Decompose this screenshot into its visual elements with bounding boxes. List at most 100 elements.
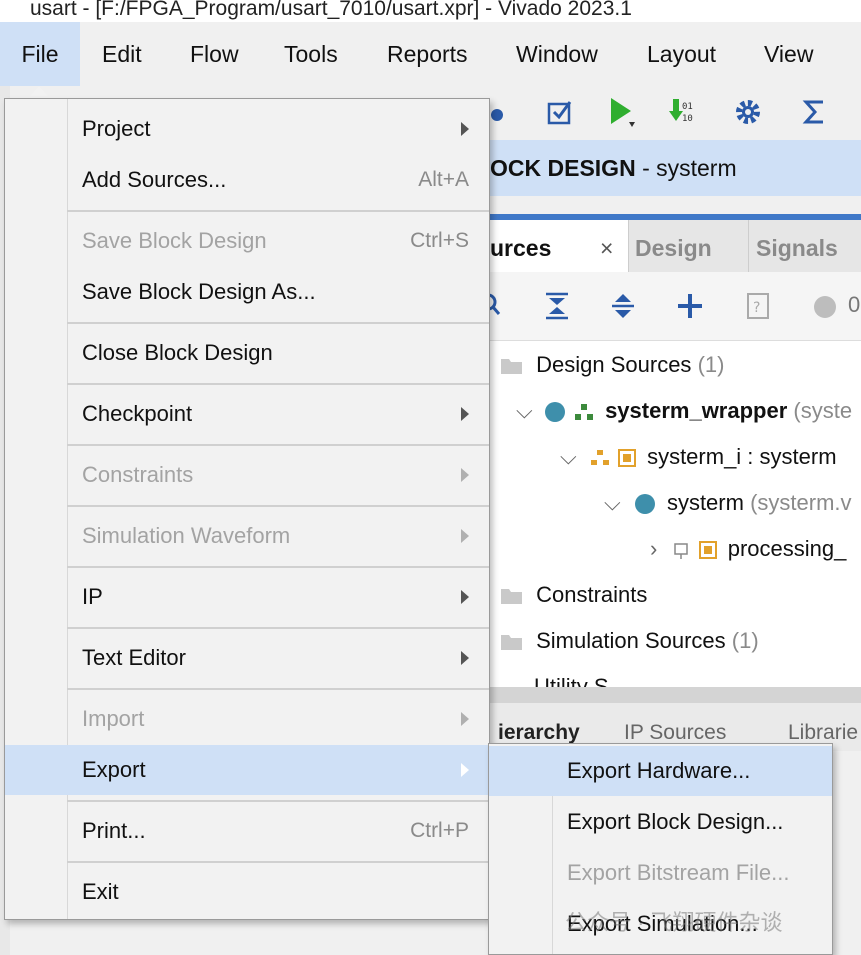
tab-sources-label: urces — [490, 235, 552, 261]
menu-item-export[interactable]: Export — [5, 745, 489, 795]
menu-edit[interactable]: Edit — [102, 22, 142, 86]
menu-item-shortcut: Ctrl+S — [410, 229, 469, 252]
menu-item-import: Import — [5, 694, 489, 744]
menu-item-export-bitstream: Export Bitstream File... — [489, 848, 832, 898]
menu-tools[interactable]: Tools — [284, 22, 338, 86]
menu-separator — [67, 210, 489, 212]
menu-item-label: Simulation Waveform — [82, 523, 291, 548]
folder-icon — [501, 635, 522, 651]
menu-item-label: IP — [82, 584, 103, 609]
collapse-all-icon[interactable] — [544, 292, 570, 325]
menu-item-export-block-design[interactable]: Export Block Design... — [489, 797, 832, 847]
sources-tree: Design Sources (1) ⌵ systerm_wrapper (sy… — [490, 341, 861, 687]
submenu-arrow-icon — [461, 651, 469, 665]
block-design-header: OCK DESIGN - systerm — [490, 140, 861, 196]
menu-item-simulation-waveform: Simulation Waveform — [5, 511, 489, 561]
status-dot-icon — [812, 294, 838, 325]
header-title-bold: OCK DESIGN — [490, 155, 636, 181]
tree-label: systerm_i : systerm — [647, 444, 837, 469]
tree-label: Simulation Sources — [536, 628, 726, 653]
menu-view[interactable]: View — [764, 22, 813, 86]
tree-simulation-sources[interactable]: Simulation Sources (1) — [500, 621, 759, 661]
menu-layout[interactable]: Layout — [647, 22, 716, 86]
sigma-icon[interactable] — [799, 96, 831, 128]
menu-separator — [67, 444, 489, 446]
menu-item-ip[interactable]: IP — [5, 572, 489, 622]
submenu-arrow-icon — [461, 590, 469, 604]
submenu-arrow-icon — [461, 122, 469, 136]
menu-reports[interactable]: Reports — [387, 22, 468, 86]
chevron-down-icon[interactable]: ⌵ — [560, 444, 577, 469]
tree-systerm-wrapper[interactable]: ⌵ systerm_wrapper (syste — [516, 391, 852, 431]
menu-separator — [67, 383, 489, 385]
menu-item-add-sources[interactable]: Add Sources... Alt+A — [5, 155, 489, 205]
menu-item-label: Save Block Design As... — [82, 279, 316, 304]
menu-item-shortcut: Ctrl+P — [410, 819, 469, 842]
menu-item-constraints: Constraints — [5, 450, 489, 500]
svg-text:?: ? — [753, 300, 760, 316]
tree-design-sources[interactable]: Design Sources (1) — [500, 345, 724, 385]
submenu-arrow-icon — [461, 529, 469, 543]
menu-separator — [67, 861, 489, 863]
menu-separator — [67, 800, 489, 802]
menu-item-label: Text Editor — [82, 645, 186, 670]
folder-icon — [501, 589, 522, 605]
tree-label: Design Sources — [536, 352, 692, 377]
tree-processing[interactable]: › processing_ — [650, 529, 846, 569]
menu-separator — [67, 566, 489, 568]
menu-pointer — [30, 86, 48, 96]
chevron-right-icon[interactable]: › — [650, 536, 657, 561]
menu-item-shortcut: Alt+A — [418, 168, 469, 191]
settings-gear-icon[interactable] — [732, 96, 764, 128]
run-icon[interactable] — [606, 96, 638, 128]
menu-file[interactable]: File — [0, 22, 80, 86]
horizontal-scrollbar[interactable] — [490, 687, 861, 703]
tree-label: Constraints — [536, 582, 648, 607]
tree-label: processing_ — [727, 536, 847, 561]
validate-design-icon[interactable] — [544, 96, 576, 128]
submenu-arrow-icon — [461, 712, 469, 726]
menu-flow[interactable]: Flow — [190, 22, 239, 86]
menu-separator — [67, 627, 489, 629]
tab-ip-sources[interactable]: IP Sources — [624, 721, 726, 745]
tab-sources[interactable]: urces × — [490, 220, 628, 272]
tree-systerm-instance[interactable]: ⌵ systerm_i : systerm — [560, 437, 837, 477]
properties-icon[interactable]: ? — [746, 292, 770, 325]
menu-window[interactable]: Window — [516, 22, 598, 86]
tree-utility-sources[interactable]: Utility S — [534, 667, 609, 687]
tree-constraints[interactable]: Constraints — [500, 575, 647, 615]
menu-item-label: Export — [82, 757, 146, 782]
ip-block-icon — [617, 449, 636, 468]
module-dot-icon — [544, 402, 565, 423]
menu-item-text-editor[interactable]: Text Editor — [5, 633, 489, 683]
submenu-arrow-icon — [461, 407, 469, 421]
file-menu: Project Add Sources... Alt+A Save Block … — [4, 98, 490, 920]
menu-separator — [67, 688, 489, 690]
tree-extra: (syste — [793, 398, 853, 423]
chevron-down-icon[interactable]: ⌵ — [604, 490, 621, 515]
program-device-icon[interactable]: 01 10 — [666, 96, 698, 128]
tab-signals[interactable]: Signals — [748, 220, 861, 272]
menu-item-checkpoint[interactable]: Checkpoint — [5, 389, 489, 439]
chevron-down-icon[interactable]: ⌵ — [516, 398, 533, 423]
menu-bar: File Edit Flow Tools Reports Window Layo… — [0, 22, 861, 86]
module-dot-icon — [634, 494, 655, 515]
menu-separator — [67, 505, 489, 507]
tab-hierarchy[interactable]: ierarchy — [498, 721, 580, 745]
menu-item-print[interactable]: Print... Ctrl+P — [5, 806, 489, 856]
tree-count: (1) — [697, 352, 725, 377]
expand-all-icon[interactable] — [610, 292, 636, 325]
close-tab-icon[interactable]: × — [600, 220, 613, 276]
menu-item-exit[interactable]: Exit — [5, 867, 489, 917]
tree-systerm[interactable]: ⌵ systerm (systerm.v — [604, 483, 852, 523]
tab-design[interactable]: Design — [628, 220, 755, 272]
menu-item-label: Exit — [82, 879, 119, 904]
menu-item-close-block-design[interactable]: Close Block Design — [5, 328, 489, 378]
sources-tabbar: urces × Design Signals — [490, 220, 861, 272]
add-icon[interactable] — [676, 292, 704, 325]
tab-libraries[interactable]: Librarie — [788, 721, 858, 745]
ip-block-icon — [698, 541, 717, 560]
menu-item-project[interactable]: Project — [5, 104, 489, 154]
menu-item-save-block-design-as[interactable]: Save Block Design As... — [5, 267, 489, 317]
menu-item-export-hardware[interactable]: Export Hardware... — [489, 746, 832, 796]
